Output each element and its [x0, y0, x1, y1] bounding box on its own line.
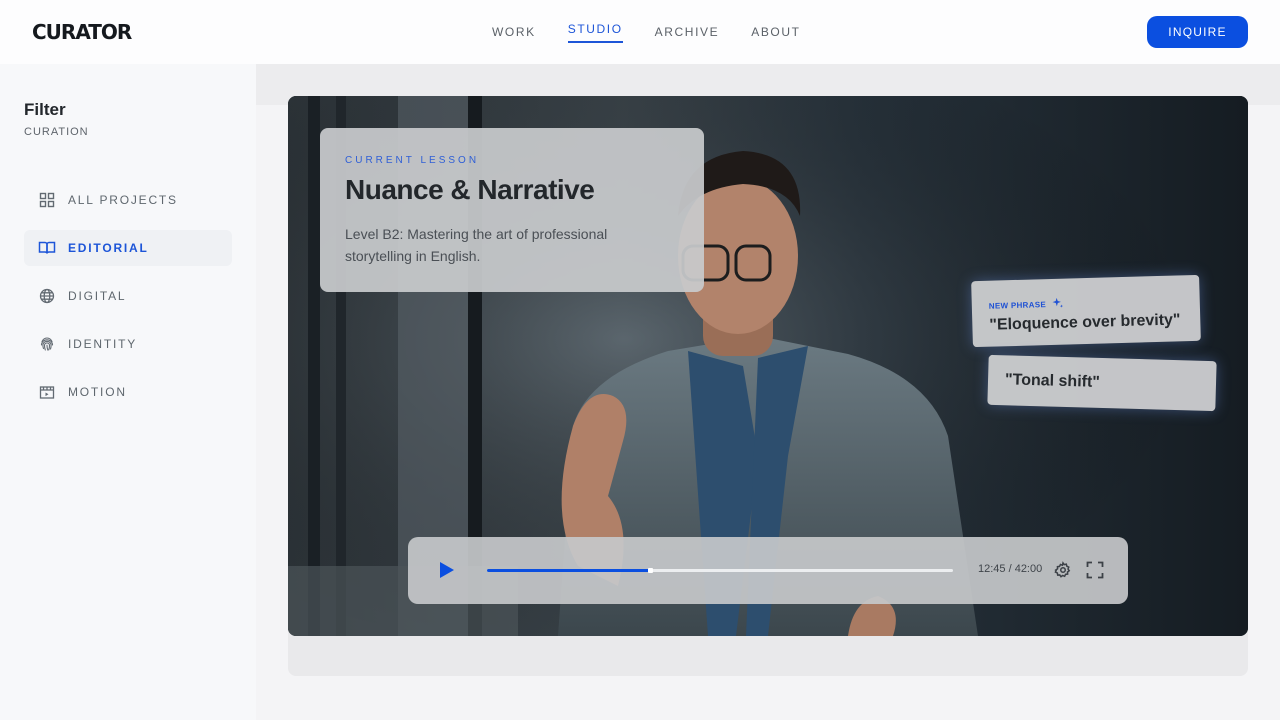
sidebar-item-editorial[interactable]: EDITORIAL [24, 230, 232, 266]
fullscreen-icon[interactable] [1084, 559, 1106, 581]
sidebar-item-all-projects[interactable]: ALL PROJECTS [24, 182, 232, 218]
lesson-kicker: CURRENT LESSON [345, 155, 480, 166]
globe-icon [38, 287, 56, 305]
play-icon[interactable] [434, 557, 460, 583]
sidebar-item-label: EDITORIAL [68, 241, 149, 255]
logo[interactable]: CURATOR [32, 20, 132, 44]
settings-icon[interactable] [1052, 559, 1074, 581]
phrase-card[interactable]: NEW PHRASE "Eloquence over brevity" [971, 274, 1201, 348]
sidebar-item-motion[interactable]: MOTION [24, 374, 232, 410]
nav-archive[interactable]: ARCHIVE [655, 0, 720, 64]
sidebar: Filter CURATION ALL PROJECTS EDITORIAL D… [0, 64, 256, 720]
main-nav: WORK STUDIO ARCHIVE ABOUT [476, 0, 817, 64]
sidebar-item-digital[interactable]: DIGITAL [24, 278, 232, 314]
phrase-card[interactable]: "Tonal shift" [987, 354, 1217, 412]
nav-work[interactable]: WORK [492, 0, 536, 64]
book-icon [38, 239, 56, 257]
lesson-title: Nuance & Narrative [345, 174, 595, 205]
inquire-button[interactable]: INQUIRE [1147, 16, 1248, 48]
sidebar-title: Filter [24, 100, 66, 119]
fingerprint-icon [38, 335, 56, 353]
sidebar-item-label: IDENTITY [68, 337, 138, 351]
nav-studio[interactable]: STUDIO [567, 0, 623, 64]
sidebar-item-label: DIGITAL [68, 289, 127, 303]
sidebar-item-label: MOTION [68, 385, 127, 399]
lesson-description: Level B2: Mastering the art of professio… [345, 226, 608, 264]
sparkle-icon [1052, 297, 1064, 311]
sidebar-item-label: ALL PROJECTS [68, 193, 178, 207]
player-controls: 12:45 / 42:00 [408, 537, 1128, 604]
grid-icon [38, 191, 56, 209]
lesson-panel: CURRENT LESSON Nuance & Narrative Level … [320, 128, 704, 292]
phrase-text: "Eloquence over brevity" [989, 311, 1181, 334]
phrase-kicker: NEW PHRASE [989, 297, 1065, 313]
sidebar-subtitle: CURATION [24, 126, 89, 138]
sidebar-item-identity[interactable]: IDENTITY [24, 326, 232, 362]
progress-bar[interactable] [487, 568, 953, 573]
nav-about[interactable]: ABOUT [751, 0, 800, 64]
progress-fill [487, 569, 651, 572]
video-player[interactable]: CURRENT LESSON Nuance & Narrative Level … [288, 96, 1248, 636]
phrase-text: "Tonal shift" [1004, 371, 1101, 391]
film-icon [38, 383, 56, 401]
time-readout: 12:45 / 42:00 [978, 563, 1043, 575]
phrase-kicker-label: NEW PHRASE [988, 299, 1047, 311]
progress-handle[interactable] [648, 568, 654, 573]
top-navigation-bar: CURATOR WORK STUDIO ARCHIVE ABOUT INQUIR… [0, 0, 1280, 64]
